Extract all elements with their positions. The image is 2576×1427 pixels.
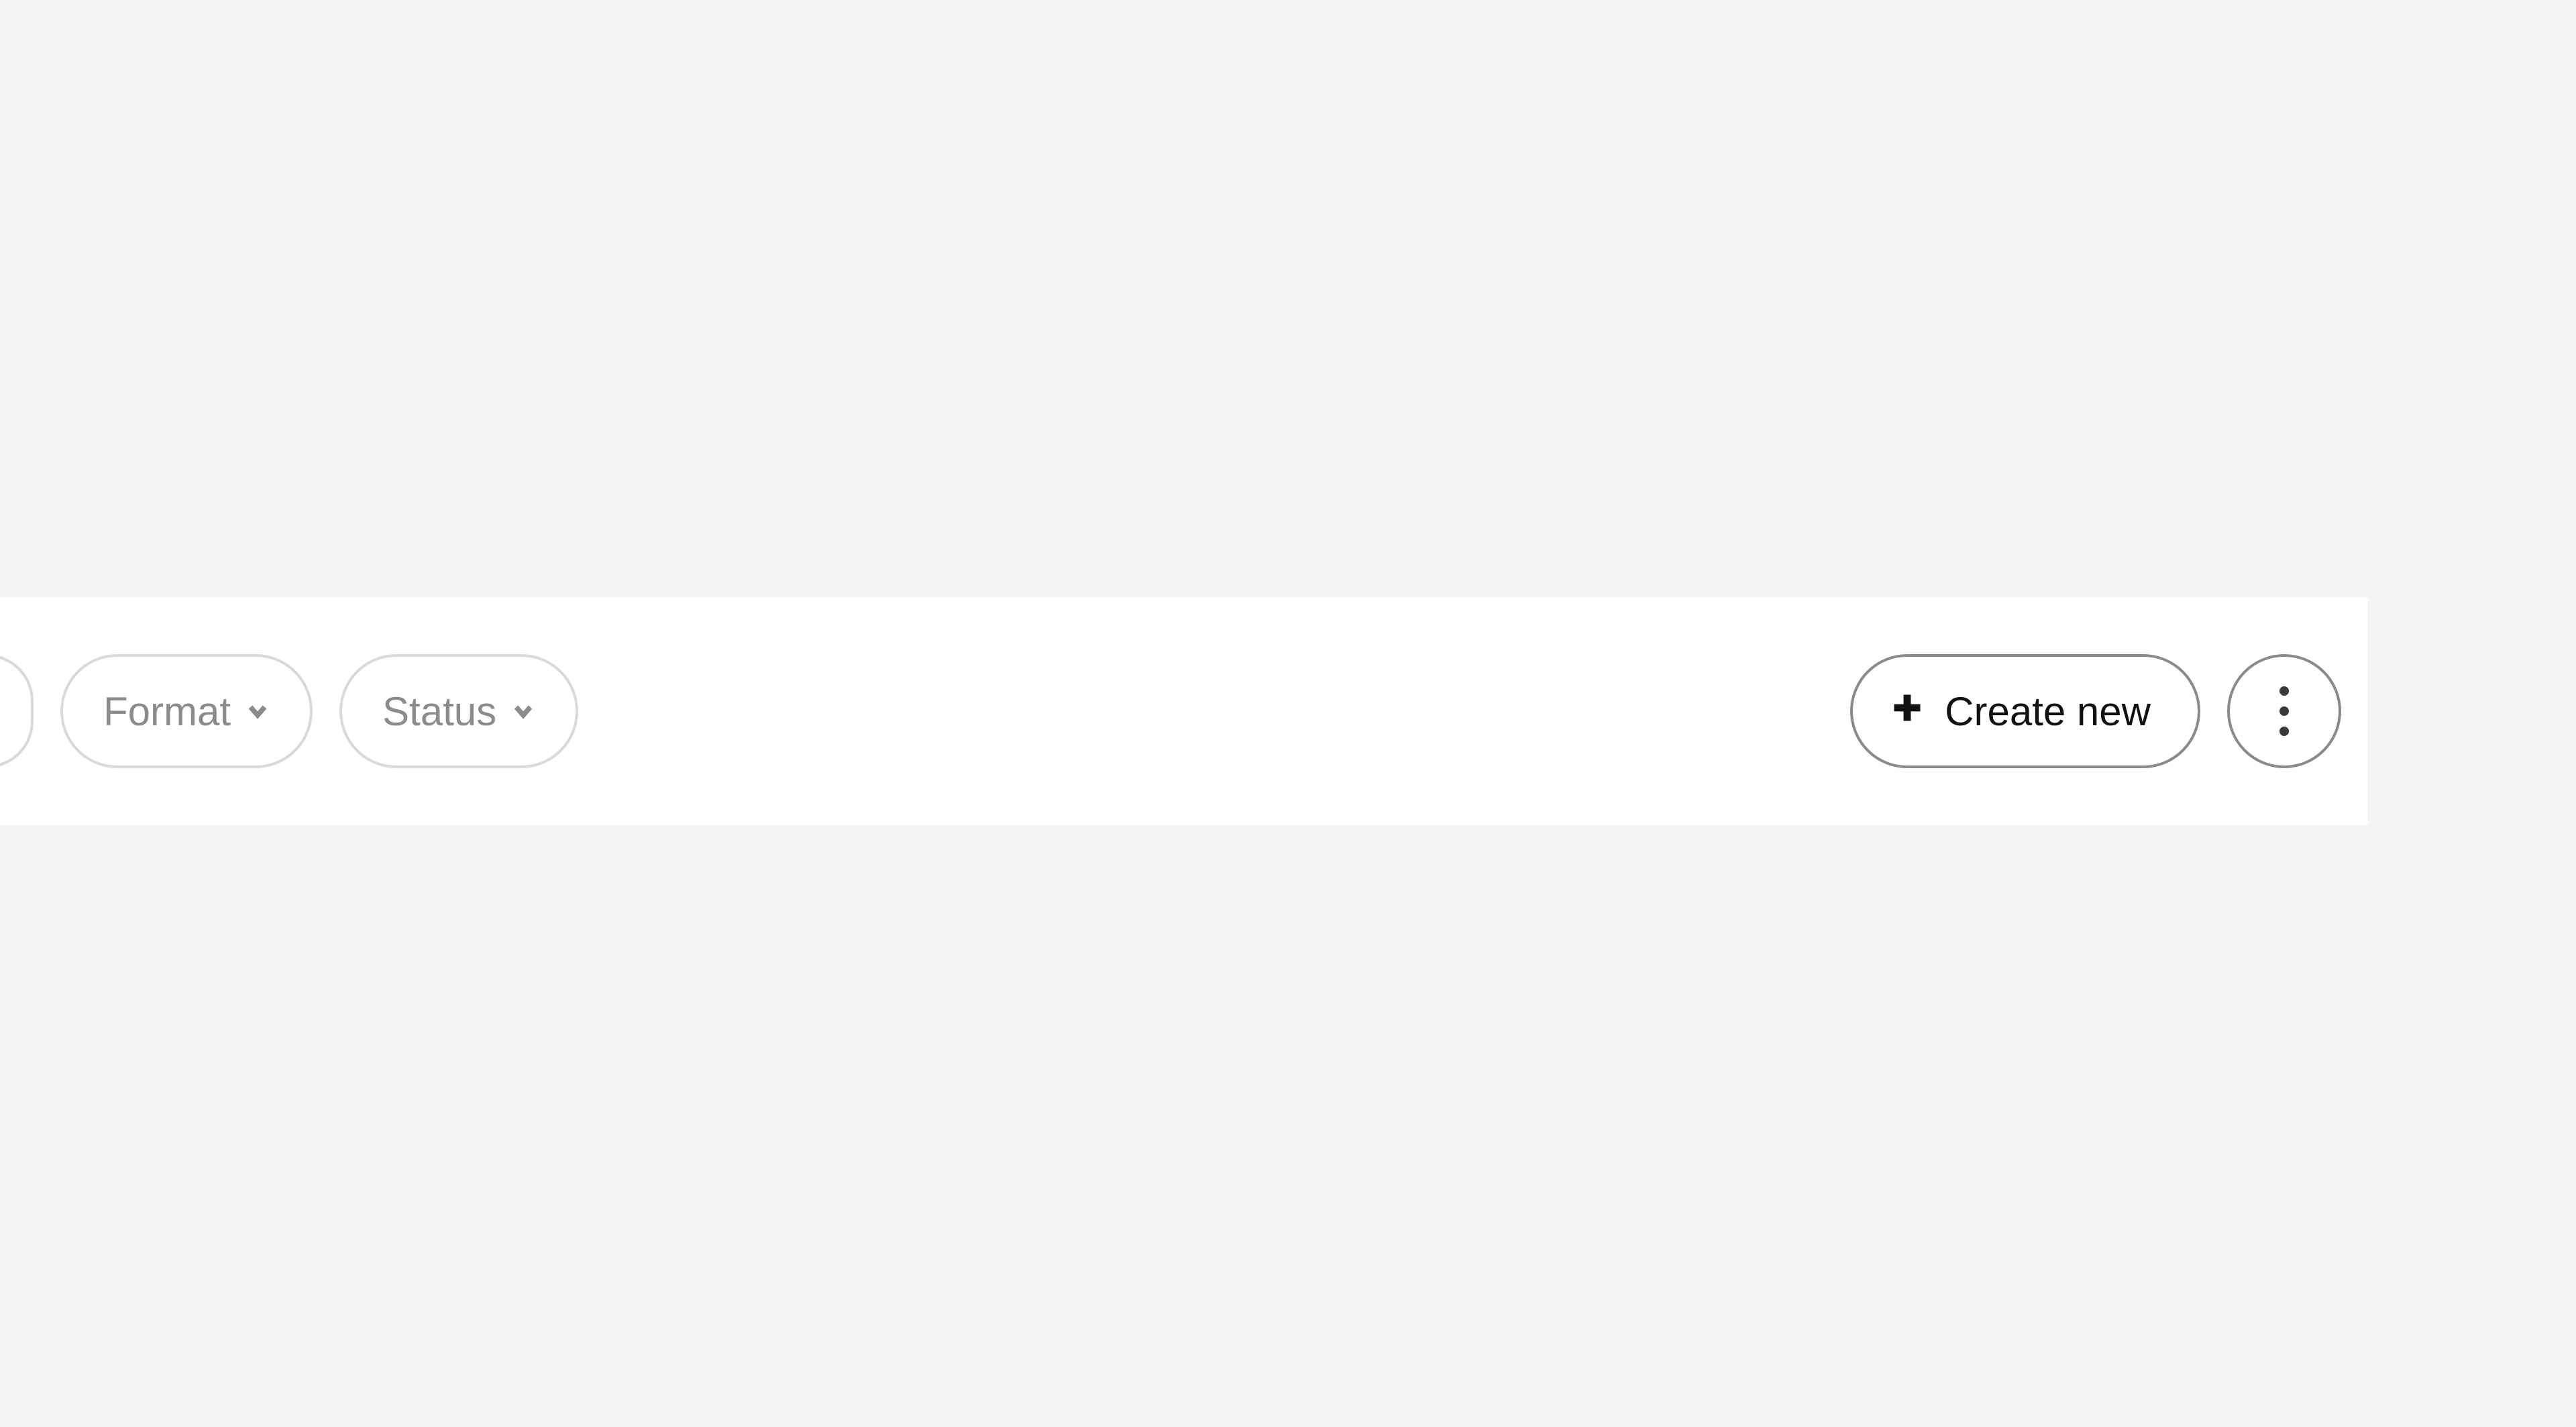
- filter-group: Format Status: [0, 654, 578, 768]
- create-new-label: Create new: [1945, 688, 2151, 735]
- filter-status-dropdown[interactable]: Status: [339, 654, 578, 768]
- filter-dropdown-partial[interactable]: [0, 654, 34, 768]
- chevron-down-icon: [511, 699, 535, 723]
- page-root: Format Status Crea: [0, 0, 2576, 1427]
- create-new-button[interactable]: Create new: [1850, 654, 2200, 768]
- toolbar: Format Status Crea: [0, 597, 2368, 825]
- filter-format-dropdown[interactable]: Format: [60, 654, 313, 768]
- filter-format-label: Format: [103, 688, 231, 735]
- filter-status-label: Status: [382, 688, 496, 735]
- plus-icon: [1890, 688, 1925, 735]
- actions-group: Create new: [1850, 654, 2341, 768]
- chevron-down-icon: [246, 699, 270, 723]
- more-options-button[interactable]: [2227, 654, 2341, 768]
- more-vertical-icon: [2279, 686, 2289, 736]
